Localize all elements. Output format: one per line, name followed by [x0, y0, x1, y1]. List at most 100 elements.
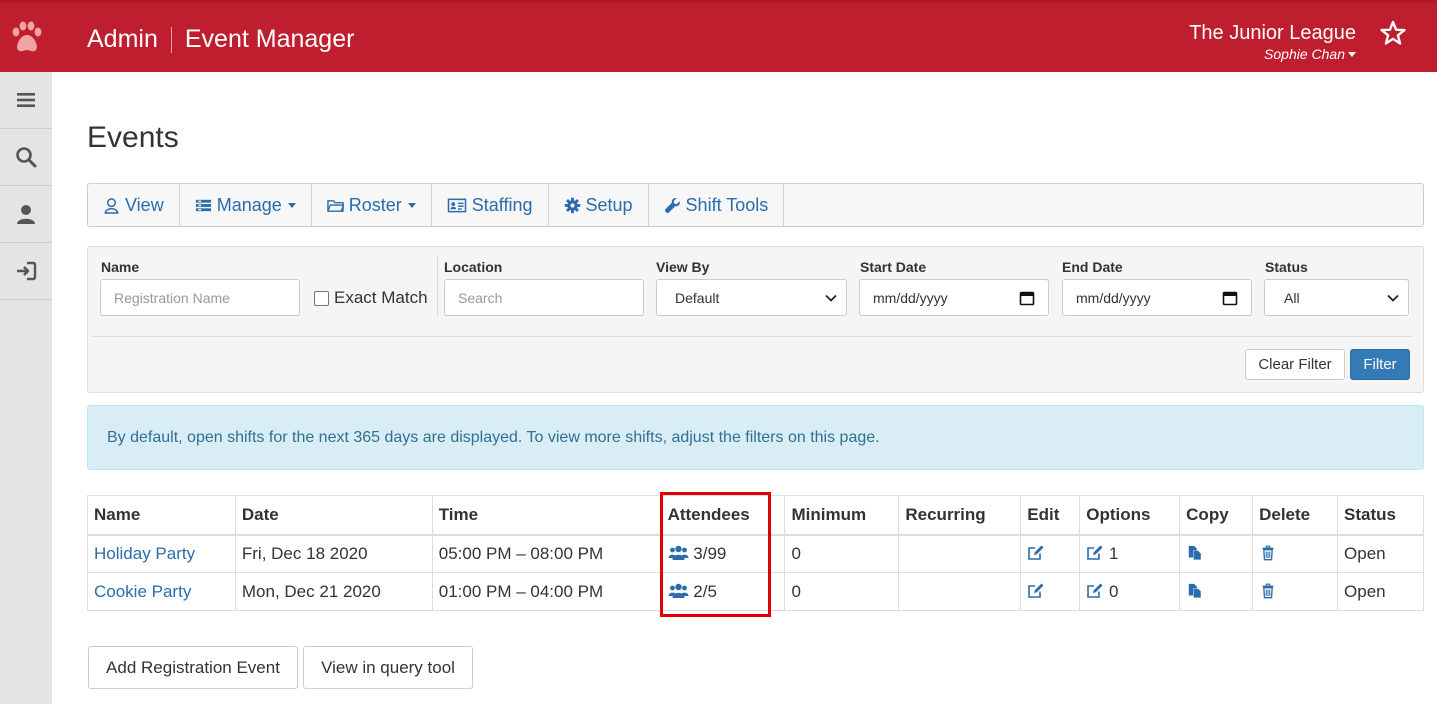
copy-cell	[1179, 534, 1254, 573]
start-date-input[interactable]: mm/dd/yyyy	[859, 279, 1049, 316]
user-icon	[17, 205, 35, 224]
tab-label: Setup	[585, 194, 633, 215]
trash-icon[interactable]	[1259, 545, 1277, 561]
tab-shift-tools[interactable]: Shift Tools	[649, 184, 785, 226]
column-header[interactable]: Status	[1337, 495, 1424, 535]
org-info: The Junior League Sophie Chan	[1189, 21, 1356, 63]
sign-in-icon	[17, 261, 37, 281]
event-tabs: View Manage Roster Staffing Setup Shift …	[87, 183, 1424, 227]
gear-icon	[564, 197, 580, 213]
edit-cell	[1020, 534, 1081, 573]
view-by-label: View By	[656, 259, 710, 275]
user-name[interactable]: Sophie Chan	[1264, 46, 1345, 62]
calendar-icon[interactable]	[1222, 290, 1238, 306]
time-cell: 01:00 PM – 04:00 PM	[431, 572, 662, 611]
delete-cell	[1252, 534, 1339, 573]
start-date-label: Start Date	[860, 259, 927, 275]
status-value: All	[1284, 289, 1300, 306]
checkbox-box[interactable]	[314, 290, 329, 306]
options-cell: 0	[1079, 572, 1181, 611]
column-header[interactable]: Minimum	[784, 495, 900, 535]
rail-search[interactable]	[0, 129, 52, 186]
column-header: Copy	[1179, 495, 1254, 535]
alert-text: By default, open shifts for the next 365…	[107, 428, 880, 446]
tab-manage[interactable]: Manage	[180, 184, 312, 226]
brand-event-manager[interactable]: Event Manager	[185, 25, 355, 54]
tab-staffing[interactable]: Staffing	[432, 184, 549, 226]
app-brand[interactable]: Admin Event Manager	[87, 25, 354, 54]
tab-label: Roster	[348, 194, 402, 215]
options-count: 0	[1108, 581, 1119, 601]
calendar-icon[interactable]	[1019, 290, 1035, 306]
recurring-cell	[898, 534, 1022, 573]
tab-setup[interactable]: Setup	[549, 184, 649, 226]
event-name-cell: Cookie Party	[87, 572, 236, 611]
view-in-query-tool-button[interactable]: View in query tool	[303, 646, 473, 689]
user-menu[interactable]: Sophie Chan	[1189, 45, 1356, 63]
info-alert: By default, open shifts for the next 365…	[87, 405, 1424, 470]
column-header: Edit	[1020, 495, 1081, 535]
divider	[437, 255, 438, 317]
trash-icon[interactable]	[1259, 583, 1277, 599]
search-icon	[16, 147, 37, 168]
start-date-value: mm/dd/yyyy	[873, 289, 948, 306]
brand-admin[interactable]: Admin	[87, 25, 158, 54]
tab-label: View	[125, 194, 164, 215]
rail-menu[interactable]	[0, 72, 52, 129]
event-name-cell: Holiday Party	[87, 534, 236, 573]
event-name-link[interactable]: Holiday Party	[94, 544, 195, 563]
attendees-highlight-box	[660, 492, 771, 617]
chevron-down-icon	[1348, 52, 1356, 57]
location-search-input[interactable]: Search	[444, 279, 644, 316]
status-label: Status	[1265, 259, 1308, 275]
menu-icon	[17, 93, 35, 107]
edit-cell	[1020, 572, 1081, 611]
edit-icon[interactable]	[1027, 545, 1045, 561]
name-label: Name	[101, 259, 140, 275]
add-registration-event-button[interactable]: Add Registration Event	[88, 646, 298, 689]
minimum-cell: 0	[784, 534, 900, 573]
clear-filter-button[interactable]: Clear Filter	[1245, 349, 1345, 380]
event-name-link[interactable]: Cookie Party	[94, 582, 191, 601]
left-rail	[0, 72, 52, 704]
minimum-cell: 0	[784, 572, 900, 611]
divider	[93, 336, 1411, 337]
column-header[interactable]: Name	[87, 495, 236, 535]
rail-sign-in[interactable]	[0, 243, 52, 300]
status-select[interactable]: All	[1264, 279, 1409, 316]
wrench-icon	[664, 197, 680, 213]
view-by-value: Default	[675, 289, 720, 306]
column-header: Delete	[1252, 495, 1339, 535]
end-date-input[interactable]: mm/dd/yyyy	[1062, 279, 1252, 316]
page-title: Events	[87, 121, 179, 154]
column-header[interactable]: Date	[234, 495, 433, 535]
paw-logo-icon[interactable]	[8, 19, 44, 59]
column-header: Options	[1079, 495, 1181, 535]
tab-roster[interactable]: Roster	[312, 184, 432, 226]
filter-panel: Name Registration Name Exact Match Locat…	[87, 246, 1424, 393]
location-label: Location	[444, 259, 503, 275]
copy-icon[interactable]	[1186, 583, 1204, 599]
exact-match-label: Exact Match	[334, 288, 428, 307]
registration-name-input[interactable]: Registration Name	[100, 279, 300, 316]
status-cell: Open	[1337, 534, 1424, 573]
copy-icon[interactable]	[1186, 545, 1204, 561]
view-by-select[interactable]: Default	[656, 279, 847, 316]
edit-icon[interactable]	[1086, 545, 1104, 561]
column-header[interactable]: Recurring	[898, 495, 1022, 535]
user-outline-icon	[104, 197, 119, 214]
options-cell: 1	[1079, 534, 1181, 573]
list-icon	[195, 199, 211, 211]
column-header[interactable]: Time	[431, 495, 662, 535]
recurring-cell	[898, 572, 1022, 611]
rail-user[interactable]	[0, 186, 52, 243]
edit-icon[interactable]	[1086, 583, 1104, 599]
filter-button[interactable]: Filter	[1350, 349, 1410, 380]
top-bar: Admin Event Manager The Junior League So…	[0, 0, 1437, 72]
end-date-value: mm/dd/yyyy	[1076, 289, 1151, 306]
exact-match-checkbox[interactable]: Exact Match	[314, 288, 428, 308]
date-cell: Fri, Dec 18 2020	[234, 534, 433, 573]
star-icon[interactable]	[1379, 19, 1407, 47]
edit-icon[interactable]	[1027, 583, 1045, 599]
tab-view[interactable]: View	[88, 184, 180, 226]
